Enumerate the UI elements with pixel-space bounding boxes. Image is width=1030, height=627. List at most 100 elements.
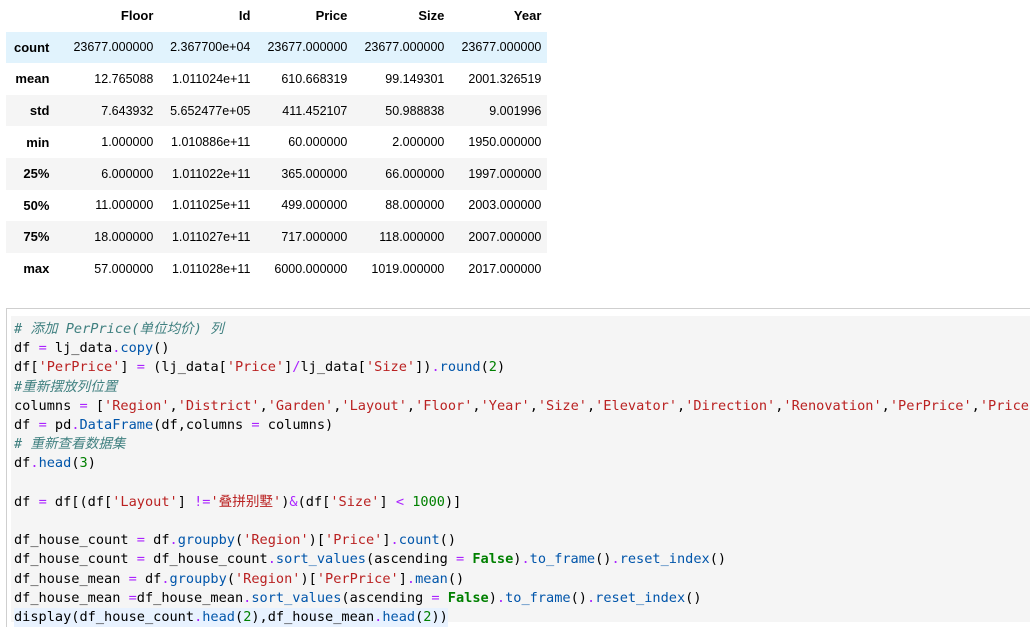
table-cell: 6.000000: [101, 166, 154, 181]
column-header: Year: [513, 8, 542, 24]
row-label: 75%: [23, 229, 50, 245]
code-token: (): [153, 340, 170, 357]
code-token: False: [447, 589, 489, 606]
code-line[interactable]: df = df[(df['Layout'] !='叠拼别墅')&(df['Siz…: [14, 493, 461, 512]
table-cell: 23677.000000: [267, 40, 348, 55]
code-token: ]: [398, 570, 407, 587]
code-token: reset_index: [619, 551, 710, 568]
code-token: 'PerPrice': [316, 570, 399, 587]
code-line[interactable]: #重新摆放列位置: [14, 378, 117, 397]
code-line[interactable]: df = pd.DataFrame(df,columns = columns): [14, 416, 333, 435]
table-cell: 60.000000: [288, 135, 348, 150]
code-token: (): [685, 589, 702, 606]
code-token: sort_values: [275, 551, 366, 568]
code-token: (): [595, 551, 612, 568]
code-token: ]: [120, 359, 137, 376]
table-cell: 1.011025e+11: [171, 198, 251, 213]
table-cell: 5.652477e+05: [170, 103, 251, 118]
code-line[interactable]: df_house_count = df_house_count.sort_val…: [14, 550, 726, 569]
code-token: )[: [308, 532, 326, 549]
table-cell: 12.765088: [94, 71, 154, 86]
row-label: count: [14, 39, 50, 55]
code-token: =: [79, 397, 88, 414]
code-token: ): [488, 589, 497, 606]
code-token: mean: [415, 570, 448, 587]
table-row: mean 12.765088 1.011024e+11 610.668319 9…: [6, 63, 548, 95]
code-token: .: [496, 589, 506, 606]
table-cell: 2.000000: [392, 135, 445, 150]
code-token: .: [169, 532, 178, 549]
code-token: ,: [169, 397, 178, 414]
describe-output-table: Floor Id Price Size Year count 23677.000…: [6, 0, 548, 285]
code-token: &: [289, 493, 298, 510]
table-cell: 50.988838: [385, 103, 445, 118]
code-editor[interactable]: # 添加 PerPrice(单位均价) 列 df = lj_data.copy()…: [11, 316, 1030, 627]
code-token: ,: [472, 397, 481, 414]
table-cell: 1019.000000: [371, 261, 445, 276]
table-row: min 1.000000 1.010886e+11 60.000000 2.00…: [6, 126, 548, 158]
code-token: (): [447, 570, 465, 587]
table-cell: 1.010886e+11: [171, 135, 251, 150]
code-line[interactable]: df.head(3): [14, 454, 96, 473]
code-token: ): [87, 455, 96, 472]
code-line[interactable]: display(df_house_count.head(2),df_house_…: [14, 608, 448, 627]
code-token: (ascending: [365, 551, 456, 568]
code-line[interactable]: df_house_mean = df.groupby('Region')['Pe…: [14, 570, 464, 589]
code-token: ,: [971, 397, 980, 414]
code-cell[interactable]: # 添加 PerPrice(单位均价) 列 df = lj_data.copy()…: [6, 308, 1030, 627]
column-header: Floor: [120, 8, 154, 24]
code-token: 'PerPrice': [889, 397, 972, 414]
code-token: =: [136, 359, 145, 376]
table-cell: 99.149301: [385, 71, 445, 86]
code-token: groupby: [169, 570, 227, 587]
table-row: max 57.000000 1.011028e+11 6000.000000 1…: [6, 252, 548, 285]
code-token: ]: [177, 493, 195, 510]
code-token: 'Elevator': [595, 397, 678, 414]
code-token: 'Price': [226, 359, 285, 376]
code-token: ,: [529, 397, 538, 414]
table-cell: 1.011024e+11: [171, 71, 251, 86]
code-token: =: [431, 589, 440, 606]
code-token: (: [71, 455, 80, 472]
code-token: 'Size': [537, 397, 587, 414]
code-line[interactable]: df_house_count = df.groupby('Region')['P…: [14, 531, 456, 550]
code-token: reset_index: [595, 589, 686, 606]
code-token: columns): [259, 417, 334, 433]
code-token: lj_data[: [300, 359, 366, 376]
code-token: (): [570, 589, 587, 606]
code-line[interactable]: df_house_mean =df_house_mean.sort_values…: [14, 589, 702, 608]
code-token: count: [398, 532, 440, 549]
code-token: 'Price': [325, 532, 383, 549]
table-cell: 57.000000: [94, 261, 154, 276]
table-cell: 1950.000000: [468, 135, 542, 150]
table-cell: 411.452107: [282, 103, 348, 118]
code-token: DataFrame: [79, 417, 154, 433]
code-token: .: [390, 532, 399, 549]
code-token: (df[: [297, 493, 331, 510]
code-token: .: [30, 455, 39, 472]
code-token: to_frame: [529, 551, 596, 568]
table-cell: 717.000000: [281, 229, 348, 244]
code-token: 'Region': [243, 532, 309, 549]
code-token: # 添加 PerPrice(单位均价) 列: [14, 321, 224, 337]
code-line[interactable]: # 重新查看数据集: [14, 435, 126, 454]
code-token: !=: [194, 493, 211, 510]
code-token: False: [472, 551, 514, 568]
code-token: .: [267, 551, 276, 568]
code-token: 'Region': [235, 570, 301, 587]
code-token: df_house_count: [14, 532, 137, 549]
code-token: df_house_count: [144, 551, 268, 568]
code-token: 'District': [177, 397, 260, 414]
code-line[interactable]: columns = ['Region','District','Garden',…: [14, 397, 1030, 416]
code-token: df_house_mean: [136, 589, 244, 606]
code-token: ,: [406, 397, 416, 414]
code-token: =: [251, 417, 260, 433]
code-token: ]: [382, 532, 391, 549]
code-line[interactable]: # 添加 PerPrice(单位均价) 列: [14, 320, 224, 339]
code-token: df_house_mean: [14, 570, 129, 587]
code-line[interactable]: df = lj_data.copy(): [14, 339, 170, 358]
code-token: df: [14, 455, 31, 472]
table-cell: 365.000000: [281, 166, 348, 181]
code-token: ,: [677, 397, 686, 414]
code-line[interactable]: df['PerPrice'] = (lj_data['Price']/lj_da…: [14, 358, 505, 377]
